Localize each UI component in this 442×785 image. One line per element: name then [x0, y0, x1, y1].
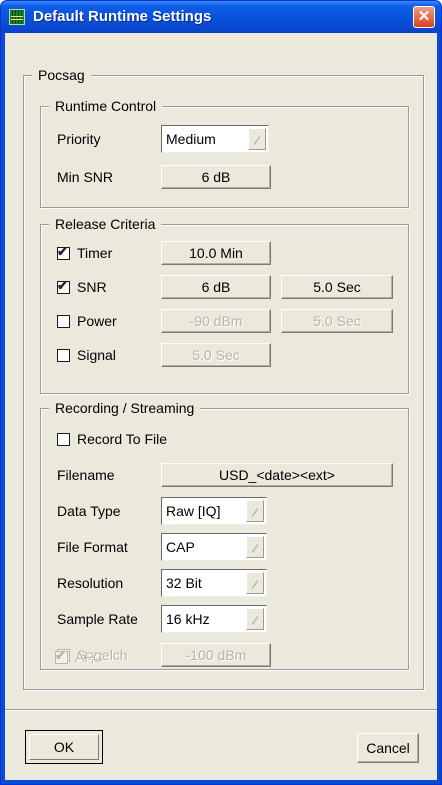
file-format-select[interactable]: CAP [161, 533, 267, 561]
data-type-select[interactable]: Raw [IQ] [161, 497, 267, 525]
priority-value: Medium [166, 131, 216, 147]
afc-label: AFC [75, 649, 103, 665]
dropdown-arrow-icon[interactable] [248, 128, 266, 150]
resolution-select[interactable]: 32 Bit [161, 569, 267, 597]
window-title: Default Runtime Settings [33, 8, 212, 25]
ok-button[interactable]: OK [25, 730, 103, 764]
min-snr-label: Min SNR [57, 169, 114, 185]
afc-checkbox: ✔ [55, 648, 68, 664]
priority-select[interactable]: Medium [161, 125, 269, 153]
pocsag-group: Pocsag Runtime Control Priority Medium M… [23, 67, 424, 690]
power-checkbox[interactable] [57, 315, 70, 328]
release-criteria-group: Release Criteria ✔ Timer 10.0 Min ✔ SNR … [40, 216, 409, 394]
check-icon: ✔ [55, 648, 66, 663]
runtime-control-group: Runtime Control Priority Medium Min SNR … [40, 98, 409, 208]
runtime-control-legend: Runtime Control [49, 98, 163, 114]
close-icon: ✕ [417, 8, 431, 25]
power-label: Power [77, 313, 117, 329]
filename-label: Filename [57, 467, 115, 483]
dialog-client-area: Pocsag Runtime Control Priority Medium M… [5, 33, 437, 780]
check-icon: ✔ [57, 278, 68, 293]
file-format-value: CAP [166, 539, 195, 555]
snr-value-button[interactable]: 6 dB [161, 275, 271, 299]
dropdown-arrow-icon[interactable] [246, 572, 264, 594]
close-button[interactable]: ✕ [413, 6, 435, 28]
dropdown-arrow-icon[interactable] [246, 500, 264, 522]
signal-label: Signal [77, 347, 116, 363]
button-area-separator [5, 709, 437, 711]
snr-time-button[interactable]: 5.0 Sec [281, 275, 393, 299]
recording-streaming-group: Recording / Streaming Record To File Fil… [40, 400, 409, 670]
min-snr-button[interactable]: 6 dB [161, 165, 271, 189]
record-to-file-label: Record To File [77, 431, 168, 447]
priority-label: Priority [57, 131, 101, 147]
release-criteria-legend: Release Criteria [49, 216, 162, 232]
squelch-value-button: -100 dBm [161, 643, 271, 667]
recording-streaming-legend: Recording / Streaming [49, 400, 201, 416]
signal-checkbox[interactable] [57, 349, 70, 362]
cancel-button[interactable]: Cancel [357, 733, 419, 763]
timer-value-button[interactable]: 10.0 Min [161, 241, 271, 265]
spectrum-app-icon [9, 9, 25, 25]
data-type-label: Data Type [57, 503, 121, 519]
dropdown-arrow-icon[interactable] [246, 608, 264, 630]
pocsag-legend: Pocsag [32, 67, 91, 83]
ok-button-label: OK [29, 734, 99, 760]
sample-rate-value: 16 kHz [166, 611, 210, 627]
resolution-value: 32 Bit [166, 575, 202, 591]
timer-checkbox[interactable]: ✔ [57, 244, 70, 260]
data-type-value: Raw [IQ] [166, 503, 221, 519]
snr-checkbox[interactable]: ✔ [57, 278, 70, 294]
file-format-label: File Format [57, 539, 128, 555]
timer-label: Timer [77, 245, 113, 261]
dialog-window: Default Runtime Settings ✕ Pocsag Runtim… [0, 0, 442, 785]
resolution-label: Resolution [57, 575, 124, 591]
check-icon: ✔ [57, 244, 68, 259]
title-bar[interactable]: Default Runtime Settings ✕ [1, 1, 441, 33]
dropdown-arrow-icon[interactable] [246, 536, 264, 558]
power-value-button: -90 dBm [161, 309, 271, 333]
sample-rate-select[interactable]: 16 kHz [161, 605, 267, 633]
snr-label: SNR [77, 279, 107, 295]
record-to-file-checkbox[interactable] [57, 433, 70, 446]
filename-button[interactable]: USD_<date><ext> [161, 463, 393, 487]
sample-rate-label: Sample Rate [57, 611, 138, 627]
signal-time-button: 5.0 Sec [161, 343, 271, 367]
power-time-button: 5.0 Sec [281, 309, 393, 333]
